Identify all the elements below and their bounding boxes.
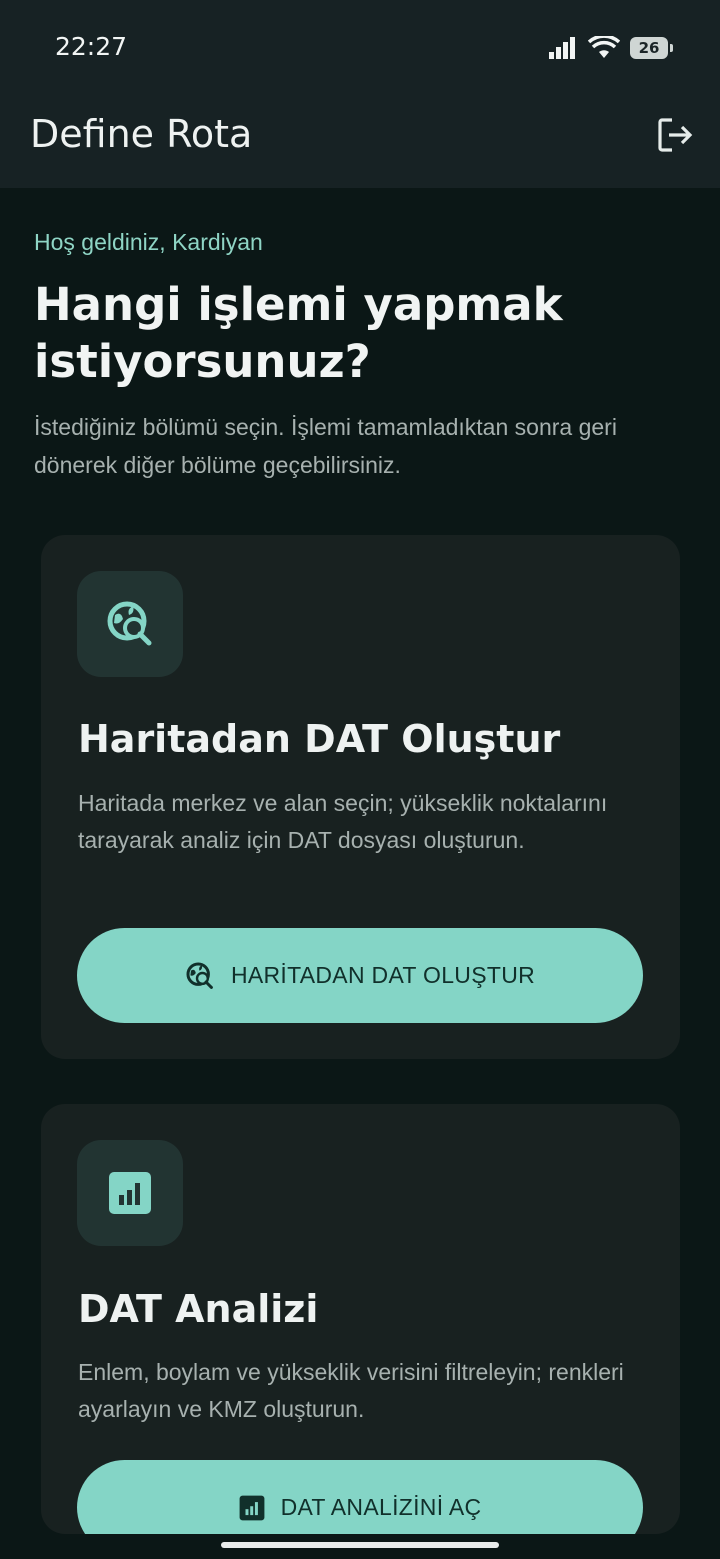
card-description: Enlem, boylam ve yükseklik verisini filt… (78, 1359, 624, 1422)
card-icon-tile (77, 571, 183, 677)
card-description: Haritada merkez ve alan seçin; yükseklik… (78, 790, 608, 853)
button-label: DAT ANALİZİNİ AÇ (280, 1494, 482, 1520)
map-search-icon (186, 962, 213, 989)
welcome-text: Hoş geldiniz, Kardiyan (34, 229, 263, 255)
card-title: DAT Analizi (78, 1287, 319, 1331)
card-dat-analysis: DAT Analizi Enlem, boylam ve yükseklik v… (41, 1104, 680, 1534)
status-time: 22:27 (55, 32, 128, 61)
card-icon-tile (77, 1140, 183, 1246)
open-dat-analysis-button[interactable]: DAT ANALİZİNİ AÇ (77, 1460, 643, 1534)
wifi-icon (588, 36, 620, 58)
analytics-icon (109, 1172, 151, 1214)
card-create-dat-from-map: Haritadan DAT Oluştur Haritada merkez ve… (41, 535, 680, 1059)
button-label: HARİTADAN DAT OLUŞTUR (230, 962, 536, 988)
card-title: Haritadan DAT Oluştur (78, 717, 561, 761)
app-title: Define Rota (30, 112, 253, 156)
top-app-bar: 22:27 26 Define Rota (0, 0, 720, 188)
create-dat-from-map-button[interactable]: HARİTADAN DAT OLUŞTUR (77, 928, 643, 1023)
map-search-icon (107, 601, 152, 646)
signal-icon (549, 37, 575, 59)
logout-icon[interactable] (656, 116, 694, 154)
page-subtitle: İstediğiniz bölümü seçin. İşlemi tamamla… (34, 414, 617, 478)
home-indicator[interactable] (221, 1542, 499, 1548)
status-icons: 26 (548, 34, 673, 62)
analytics-icon (239, 1495, 265, 1520)
battery-icon: 26 (630, 37, 673, 59)
page-heading: Hangi işlemi yapmak istiyorsunuz? (34, 278, 563, 388)
